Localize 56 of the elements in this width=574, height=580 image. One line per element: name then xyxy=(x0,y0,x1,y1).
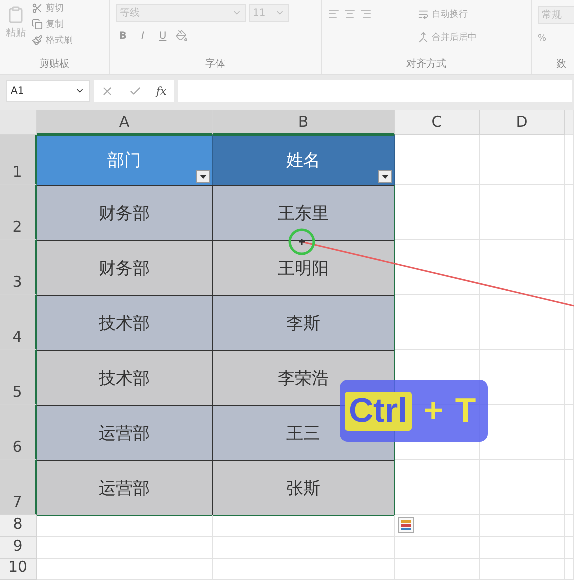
shortcut-key: + xyxy=(424,392,444,430)
group-label: 字体 xyxy=(204,58,226,72)
name-box[interactable]: A1 xyxy=(6,80,90,102)
shortcut-key: Ctrl xyxy=(345,392,412,430)
quick-analysis-icon[interactable] xyxy=(398,517,414,533)
copy-icon xyxy=(32,19,43,30)
row-header[interactable]: 3 xyxy=(0,240,37,295)
filter-dropdown[interactable] xyxy=(378,170,392,183)
column-header[interactable]: B xyxy=(213,110,395,135)
table-cell: 张斯 xyxy=(213,460,395,515)
select-all-corner[interactable] xyxy=(0,110,37,135)
triangle-down-icon xyxy=(200,174,206,178)
align-center-icon[interactable] xyxy=(344,8,356,20)
column-header[interactable]: D xyxy=(480,110,565,135)
wrap-text-icon xyxy=(418,9,429,20)
group-label: 剪贴板 xyxy=(38,58,70,72)
group-label: 对齐方式 xyxy=(406,58,448,72)
table-cell: 技术部 xyxy=(37,350,213,405)
filter-dropdown[interactable] xyxy=(196,170,210,183)
row-header[interactable]: 5 xyxy=(0,350,37,405)
scissors-icon xyxy=(32,3,43,14)
align-left-icon[interactable] xyxy=(328,8,340,20)
merge-icon xyxy=(418,32,429,43)
brush-icon xyxy=(32,35,43,46)
triangle-down-icon xyxy=(382,174,388,178)
row-header[interactable]: 9 xyxy=(0,537,37,559)
shortcut-key: T xyxy=(455,392,476,430)
align-right-icon[interactable] xyxy=(360,8,372,20)
column-header[interactable]: C xyxy=(395,110,480,135)
row-header[interactable]: 7 xyxy=(0,460,37,515)
column-header[interactable] xyxy=(565,110,574,135)
row-header[interactable]: 1 xyxy=(0,135,37,185)
table-cell: 财务部 xyxy=(37,185,213,240)
clipboard-icon xyxy=(7,6,25,24)
table-cell: 王明阳 xyxy=(213,240,395,295)
table-cell: 运营部 xyxy=(37,460,213,515)
table-cell: 财务部 xyxy=(37,240,213,295)
cursor-icon xyxy=(288,228,316,256)
row-header[interactable]: 6 xyxy=(0,405,37,460)
row-header[interactable]: 2 xyxy=(0,185,37,240)
function-button[interactable]: fx xyxy=(156,84,167,98)
row-header[interactable]: 10 xyxy=(0,559,37,580)
row-header[interactable]: 8 xyxy=(0,515,37,537)
row-header[interactable]: 4 xyxy=(0,295,37,350)
fill-color-icon[interactable] xyxy=(176,30,188,42)
cancel-icon[interactable] xyxy=(101,84,114,98)
group-label: 数 xyxy=(556,58,568,72)
table-header[interactable]: 部门 xyxy=(37,135,213,185)
table-cell: 运营部 xyxy=(37,405,213,460)
column-header[interactable]: A xyxy=(37,110,213,135)
table-cell: 李斯 xyxy=(213,295,395,350)
table-cell: 技术部 xyxy=(37,295,213,350)
table-header[interactable]: 姓名 xyxy=(213,135,395,185)
empty-cell[interactable] xyxy=(213,515,395,537)
table-cell: 王东里 xyxy=(213,185,395,240)
confirm-icon[interactable] xyxy=(128,84,142,98)
